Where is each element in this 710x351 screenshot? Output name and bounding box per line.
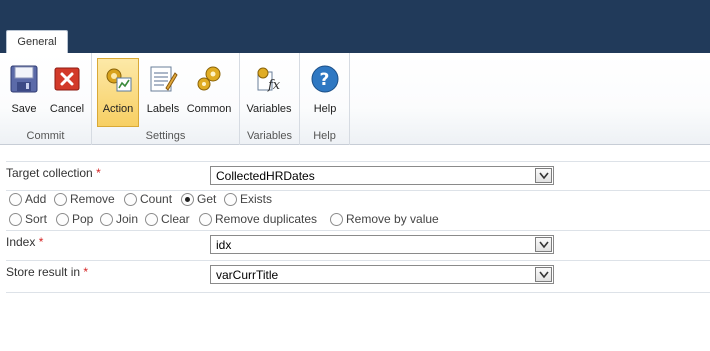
common-button[interactable]: Common — [187, 59, 231, 127]
labels-button[interactable]: Labels — [142, 59, 184, 127]
store-result-select[interactable]: varCurrTitle — [210, 265, 554, 284]
ribbon-group-commit: Save Cancel Commit — [0, 53, 92, 145]
store-result-row: Store result in * varCurrTitle — [6, 261, 710, 293]
cancel-label: Cancel — [49, 103, 85, 115]
required-marker: * — [38, 235, 44, 249]
target-collection-value: CollectedHRDates — [216, 169, 315, 183]
help-label: Help — [313, 103, 337, 115]
radio-button-circle[interactable] — [330, 213, 343, 226]
common-icon — [194, 64, 224, 94]
ribbon-group-help: ? Help Help — [300, 53, 350, 145]
dropdown-arrow-icon[interactable] — [535, 237, 552, 252]
store-result-label: Store result in * — [6, 265, 89, 279]
action-button[interactable]: Action — [97, 58, 139, 127]
radio-button-circle[interactable] — [100, 213, 113, 226]
index-select[interactable]: idx — [210, 235, 554, 254]
radio-label: Join — [116, 212, 139, 226]
target-collection-select[interactable]: CollectedHRDates — [210, 166, 554, 185]
target-collection-row: Target collection * CollectedHRDates — [6, 161, 710, 191]
ribbon: Save Cancel Commit Action Labels Common … — [0, 53, 710, 145]
action-icon — [103, 64, 133, 94]
svg-text:?: ? — [320, 70, 330, 90]
index-label: Index * — [6, 235, 44, 249]
save-button[interactable]: Save — [3, 59, 45, 127]
radio-label: Pop — [72, 212, 94, 226]
variables-label: Variables — [246, 103, 292, 115]
common-label: Common — [186, 103, 232, 115]
index-row: Index * idx — [6, 230, 710, 261]
radio-label: Remove — [70, 192, 115, 206]
radio-button-circle[interactable] — [56, 213, 69, 226]
radio-button-circle[interactable] — [124, 193, 137, 206]
radio-button-circle[interactable] — [145, 213, 158, 226]
group-label-settings: Settings — [145, 130, 186, 142]
required-marker: * — [96, 166, 101, 180]
group-label-help: Help — [313, 130, 336, 142]
tab-general[interactable]: General — [6, 30, 68, 54]
radio-button-circle[interactable] — [9, 213, 22, 226]
radio-label: Clear — [161, 212, 190, 226]
cancel-button[interactable]: Cancel — [46, 59, 88, 127]
required-marker: * — [83, 265, 89, 279]
radio-button-circle[interactable] — [224, 193, 237, 206]
radio-label: Sort — [25, 212, 48, 226]
radio-label: Remove by value — [346, 212, 439, 226]
variables-icon: fx — [254, 64, 284, 94]
title-bar: General — [0, 0, 710, 54]
target-collection-label: Target collection * — [6, 166, 101, 180]
dropdown-arrow-icon[interactable] — [535, 168, 552, 183]
radio-label: Count — [140, 192, 173, 206]
group-label-commit: Commit — [26, 130, 65, 142]
svg-text:fx: fx — [267, 78, 281, 93]
radio-label: Get — [197, 192, 217, 206]
labels-icon — [148, 64, 178, 94]
group-label-variables: Variables — [246, 130, 293, 142]
store-result-value: varCurrTitle — [216, 268, 279, 282]
cancel-icon — [52, 64, 82, 94]
radio-button-circle[interactable] — [181, 193, 194, 206]
operation-radio-group: Add Remove Count Get Exists Sort Pop Joi… — [0, 192, 710, 229]
radio-label: Exists — [240, 192, 273, 206]
radio-button-circle[interactable] — [54, 193, 67, 206]
dropdown-arrow-icon[interactable] — [535, 267, 552, 282]
index-value: idx — [216, 238, 232, 252]
radio-label: Remove duplicates — [215, 212, 318, 226]
radio-label: Add — [25, 192, 47, 206]
variables-button[interactable]: fx Variables — [246, 59, 292, 127]
help-button[interactable]: ? Help — [304, 59, 346, 127]
ribbon-group-variables: fx Variables Variables — [240, 53, 300, 145]
radio-button-circle[interactable] — [9, 193, 22, 206]
radio-button-circle[interactable] — [199, 213, 212, 226]
help-icon: ? — [310, 64, 340, 94]
save-icon — [9, 64, 39, 94]
ribbon-group-settings: Action Labels Common Settings — [92, 53, 240, 145]
